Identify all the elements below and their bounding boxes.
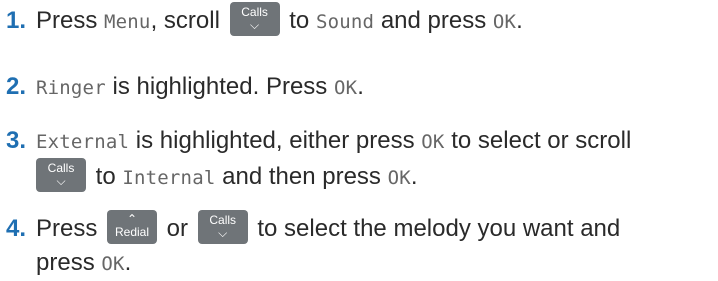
chevron-down-icon: ⌵	[56, 173, 66, 188]
step-text: , scroll	[150, 7, 227, 34]
calls-key-label: Calls	[47, 160, 75, 175]
step-number: 1.	[6, 7, 27, 34]
internal-keyword: Internal	[122, 167, 216, 189]
step-4: 4. Press ⌃ Redial or Calls ⌵ to select the …	[6, 209, 621, 247]
step-text: .	[516, 7, 523, 34]
redial-key-label: Redial	[115, 224, 150, 239]
step-text: is highlighted. Press	[105, 73, 334, 100]
step-text: or	[160, 215, 195, 242]
calls-key: Calls ⌵	[197, 209, 248, 244]
step-text: .	[124, 249, 132, 276]
step-text: to	[89, 163, 123, 190]
step-text: .	[357, 73, 364, 100]
ok-keyword: OK	[492, 11, 517, 33]
step-1: 1. Press Menu, scroll Calls ⌵ to Sound and…	[6, 1, 523, 39]
step-text: to select or scroll	[444, 127, 632, 154]
step-text: Press	[36, 7, 105, 34]
ringer-keyword: Ringer	[36, 77, 106, 99]
menu-keyword: Menu	[104, 11, 151, 33]
chevron-down-icon: ⌵	[250, 17, 260, 32]
redial-key: ⌃ Redial	[107, 209, 158, 244]
ok-keyword: OK	[333, 77, 358, 99]
chevron-up-icon: ⌃	[126, 211, 138, 226]
step-number: 2.	[6, 73, 27, 100]
step-text: press	[36, 249, 102, 276]
step-number: 3.	[6, 127, 27, 154]
step-text: to	[282, 7, 316, 34]
step-4-continued: press OK.	[36, 246, 131, 281]
step-number: 4.	[6, 215, 27, 242]
chevron-down-icon: ⌵	[218, 225, 228, 240]
ok-keyword: OK	[101, 253, 125, 275]
step-2: 2. Ringer is highlighted. Press OK.	[6, 70, 364, 105]
calls-key-label: Calls	[209, 212, 237, 227]
step-3-continued: Calls ⌵ to Internal and then press OK.	[36, 157, 418, 195]
step-text: .	[410, 163, 418, 190]
calls-key: Calls ⌵	[229, 1, 280, 36]
step-text: Press	[36, 215, 105, 242]
sound-keyword: Sound	[315, 11, 375, 33]
step-text: is highlighted, either press	[129, 127, 422, 154]
external-keyword: External	[36, 131, 130, 153]
step-text: and then press	[215, 163, 388, 190]
step-text: and press	[374, 7, 493, 34]
calls-key: Calls ⌵	[36, 157, 86, 192]
ok-keyword: OK	[387, 167, 411, 189]
ok-keyword: OK	[421, 131, 445, 153]
step-text: to select the melody you want and	[250, 215, 621, 242]
calls-key-label: Calls	[241, 4, 268, 19]
step-3: 3. External is highlighted, either press …	[6, 124, 631, 159]
